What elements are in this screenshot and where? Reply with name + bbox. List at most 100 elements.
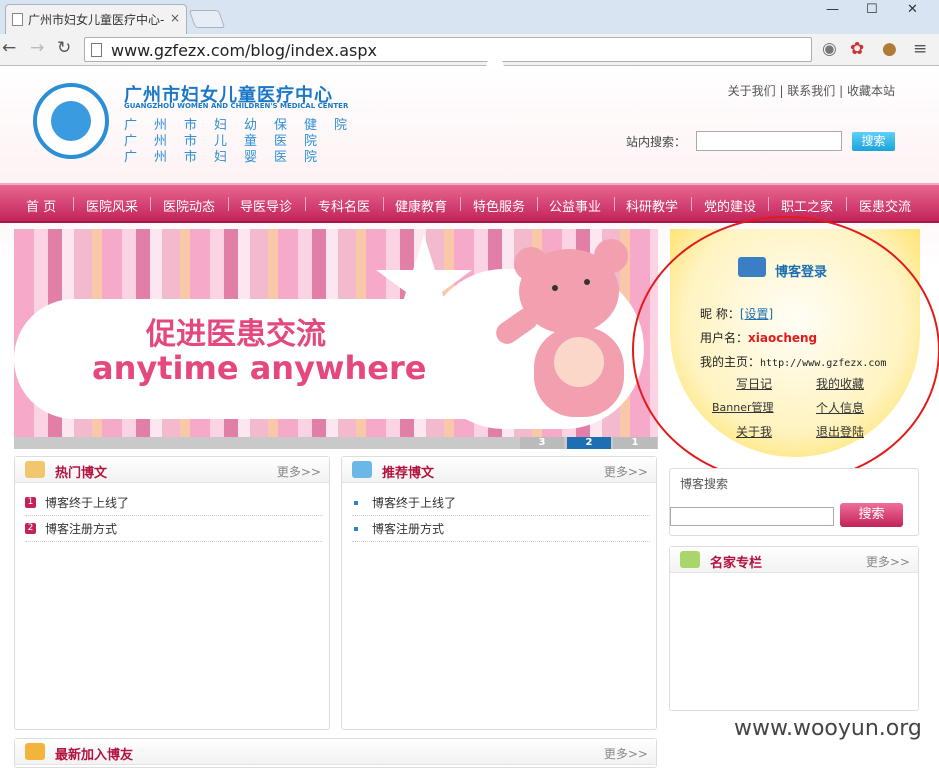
nav-divider bbox=[383, 197, 384, 211]
top-links: 关于我们 | 联系我们 | 收藏本站 bbox=[727, 84, 895, 98]
hospital-logo[interactable] bbox=[33, 83, 109, 159]
nav-divider bbox=[305, 197, 306, 211]
hot-posts-title: 热门博文 bbox=[55, 466, 108, 481]
page-icon bbox=[12, 13, 23, 26]
extension-badge-icon[interactable]: ✿ bbox=[850, 39, 864, 59]
maximize-button[interactable]: ☐ bbox=[866, 2, 878, 17]
nav-charity[interactable]: 公益事业 bbox=[549, 196, 601, 215]
about-link[interactable]: 关于我们 bbox=[728, 84, 776, 98]
nav-divider bbox=[73, 197, 74, 211]
back-icon[interactable]: ← bbox=[2, 38, 16, 58]
new-friends-title: 最新加入博友 bbox=[55, 748, 134, 763]
nav-hospital-style[interactable]: 医院风采 bbox=[86, 196, 138, 215]
nav-divider bbox=[691, 197, 692, 211]
bear-belly bbox=[554, 337, 604, 387]
address-bar[interactable]: www.gzfezx.com/blog/index.aspx ☆ bbox=[84, 37, 812, 129]
post-title[interactable]: 博客终于上线了 bbox=[372, 496, 456, 510]
annotation-circle bbox=[632, 216, 939, 484]
nav-communication[interactable]: 医患交流 bbox=[859, 196, 911, 215]
bear-eye bbox=[584, 279, 590, 285]
blog-search-input[interactable] bbox=[670, 507, 834, 526]
blog-search-panel: 博客搜索 搜索 bbox=[669, 468, 919, 536]
nav-divider bbox=[614, 197, 615, 211]
logo-inner-icon bbox=[51, 101, 91, 141]
rank-badge: 1 bbox=[25, 497, 36, 508]
new-friends-panel: 最新加入博友 更多>> bbox=[14, 738, 657, 768]
bullet-icon bbox=[354, 527, 358, 531]
post-title[interactable]: 博客注册方式 bbox=[45, 522, 117, 536]
nav-divider bbox=[150, 197, 151, 211]
watermark: www.wooyun.org bbox=[734, 716, 922, 741]
nav-research[interactable]: 科研教学 bbox=[626, 196, 678, 215]
list-item[interactable]: 1 博客终于上线了 bbox=[25, 491, 323, 516]
banner-page-1[interactable]: 1 bbox=[613, 437, 657, 449]
tab-title: 广州市妇女儿童医疗中心- bbox=[28, 13, 165, 27]
recommended-posts-panel: 推荐博文 更多>> 博客终于上线了 博客注册方式 bbox=[341, 456, 657, 730]
rank-badge: 2 bbox=[25, 523, 36, 534]
favorite-link[interactable]: 收藏本站 bbox=[847, 84, 895, 98]
nav-staff[interactable]: 职工之家 bbox=[781, 196, 833, 215]
site-subtitle-3: 广州市妇婴医院 bbox=[124, 150, 335, 165]
blog-search-title: 博客搜索 bbox=[680, 477, 729, 491]
site-search-input[interactable] bbox=[696, 131, 842, 151]
nav-health-edu[interactable]: 健康教育 bbox=[395, 196, 447, 215]
reload-icon[interactable]: ↻ bbox=[57, 38, 71, 58]
bear-eye bbox=[552, 285, 558, 291]
banner-image[interactable]: 促进医患交流 anytime anywhere bbox=[14, 229, 658, 440]
banner-page-2[interactable]: 2 bbox=[567, 437, 611, 449]
new-tab-button[interactable] bbox=[188, 10, 226, 28]
bullet-icon bbox=[354, 501, 358, 505]
famous-column-panel: 名家专栏 更多>> bbox=[669, 546, 919, 711]
post-title[interactable]: 博客终于上线了 bbox=[45, 496, 129, 510]
recommended-posts-title: 推荐博文 bbox=[382, 466, 435, 481]
page-icon bbox=[91, 43, 102, 57]
hot-more-link[interactable]: 更多>> bbox=[277, 463, 321, 480]
menu-icon[interactable]: ≡ bbox=[913, 39, 927, 59]
nav-home[interactable]: 首 页 bbox=[26, 196, 56, 215]
nav-guide[interactable]: 导医导诊 bbox=[240, 196, 292, 215]
nav-services[interactable]: 特色服务 bbox=[473, 196, 525, 215]
nav-experts[interactable]: 专科名医 bbox=[318, 196, 370, 215]
nav-party[interactable]: 党的建设 bbox=[704, 196, 756, 215]
bear-head bbox=[519, 249, 619, 334]
list-item[interactable]: 博客注册方式 bbox=[352, 517, 650, 542]
browser-tab-strip: 广州市妇女儿童医疗中心- × — ☐ ✕ bbox=[0, 0, 939, 34]
list-item[interactable]: 博客终于上线了 bbox=[352, 491, 650, 516]
panel-header: 最新加入博友 更多>> bbox=[15, 739, 656, 765]
panel-header: 推荐博文 更多>> bbox=[342, 457, 656, 483]
tab-close-icon[interactable]: × bbox=[170, 11, 180, 25]
nav-divider bbox=[460, 197, 461, 211]
browser-toolbar: ← → ↻ www.gzfezx.com/blog/index.aspx ☆ ◉… bbox=[0, 34, 939, 129]
site-title-en: GUANGZHOU WOMEN AND CHILDREN'S MEDICAL C… bbox=[124, 102, 349, 110]
nav-divider bbox=[537, 197, 538, 211]
recommended-posts-icon bbox=[352, 461, 372, 478]
new-friends-more-link[interactable]: 更多>> bbox=[604, 745, 648, 762]
banner-page-3[interactable]: 3 bbox=[520, 437, 564, 449]
site-search-label: 站内搜索： bbox=[626, 135, 687, 149]
nav-divider bbox=[768, 197, 769, 211]
list-item[interactable]: 2 博客注册方式 bbox=[25, 517, 323, 542]
blog-search-button[interactable]: 搜索 bbox=[840, 503, 903, 527]
forward-icon[interactable]: → bbox=[30, 38, 44, 58]
famous-column-title: 名家专栏 bbox=[710, 556, 763, 571]
close-window-button[interactable]: ✕ bbox=[907, 2, 918, 17]
recommend-more-link[interactable]: 更多>> bbox=[604, 463, 648, 480]
panel-header: 名家专栏 更多>> bbox=[670, 547, 918, 573]
cookie-icon[interactable]: ● bbox=[882, 39, 897, 59]
contact-link[interactable]: 联系我们 bbox=[787, 84, 835, 98]
post-title[interactable]: 博客注册方式 bbox=[372, 522, 444, 536]
browser-tab[interactable]: 广州市妇女儿童医疗中心- × bbox=[5, 4, 187, 34]
web-page: 广州市妇女儿童医疗中心 GUANGZHOU WOMEN AND CHILDREN… bbox=[0, 66, 939, 768]
url-text: www.gzfezx.com/blog/index.aspx bbox=[111, 41, 377, 60]
nav-divider bbox=[846, 197, 847, 211]
panel-header: 热门博文 更多>> bbox=[15, 457, 329, 483]
banner-slogan-cn: 促进医患交流 bbox=[146, 317, 326, 352]
extension-circle-icon[interactable]: ◉ bbox=[822, 39, 837, 59]
hot-posts-icon bbox=[25, 461, 45, 478]
banner-slogan-en: anytime anywhere bbox=[92, 349, 427, 387]
famous-more-link[interactable]: 更多>> bbox=[866, 553, 910, 570]
nav-news[interactable]: 医院动态 bbox=[163, 196, 215, 215]
minimize-button[interactable]: — bbox=[826, 2, 839, 17]
site-search-button[interactable]: 搜索 bbox=[852, 132, 895, 151]
famous-column-icon bbox=[680, 551, 700, 568]
